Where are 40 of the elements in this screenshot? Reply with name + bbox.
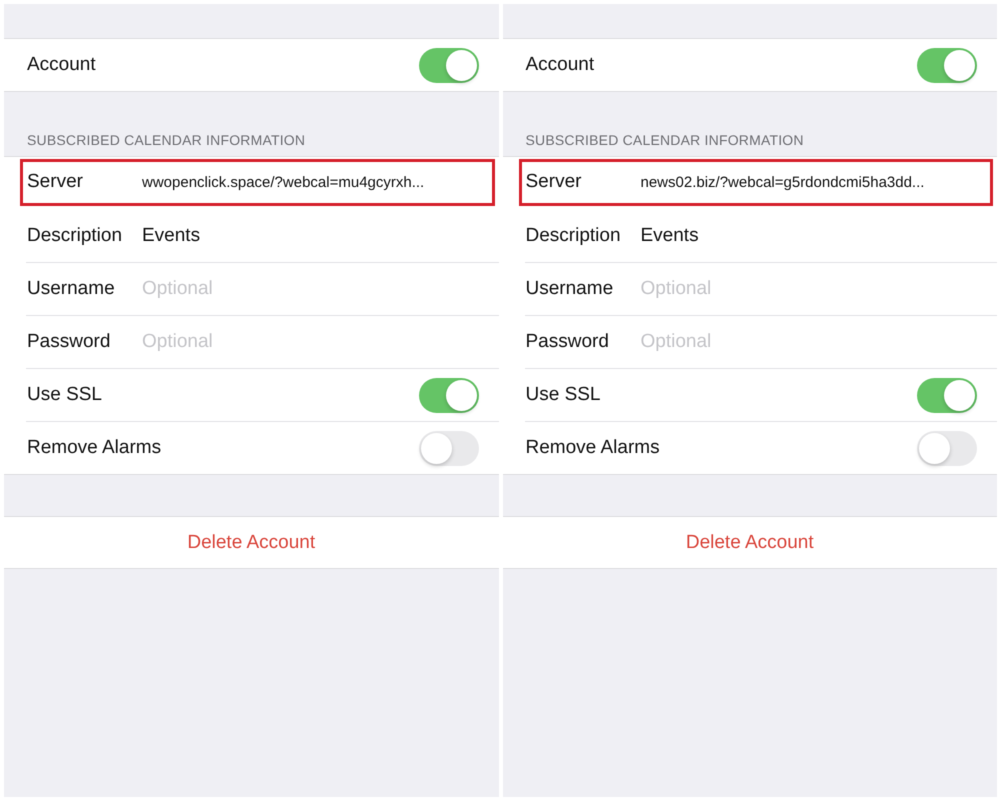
field-label: Username	[27, 278, 116, 300]
section-header: SUBSCRIBED CALENDAR INFORMATION	[26, 131, 306, 150]
account-label: Account	[526, 54, 596, 76]
field-placeholder: Optional	[142, 331, 213, 353]
field-value: news02.biz/?webcal=g5rdondcmi5ha3dd...	[640, 174, 924, 190]
field-row[interactable]: Username Optional	[524, 263, 997, 316]
field-label: Description	[27, 225, 124, 247]
delete-account-button[interactable]: Delete Account	[4, 516, 498, 569]
field-row[interactable]: Description Events	[524, 210, 997, 263]
field-label: Server	[27, 171, 84, 193]
field-placeholder: Optional	[640, 331, 712, 353]
toggle-switch[interactable]	[418, 48, 478, 82]
field-placeholder: Optional	[142, 278, 213, 300]
field-value: Events	[640, 225, 699, 247]
toggle-switch[interactable]	[418, 378, 478, 412]
field-label: Username	[526, 278, 614, 300]
toggle-label: Remove Alarms	[526, 437, 660, 459]
toggle-switch[interactable]	[917, 48, 977, 82]
field-value: Events	[142, 225, 200, 247]
field-row[interactable]: Description Events	[26, 210, 498, 263]
toggle-switch[interactable]	[917, 378, 977, 412]
section-header: SUBSCRIBED CALENDAR INFORMATION	[524, 131, 805, 150]
field-label: Password	[27, 331, 112, 353]
toggle-label: Remove Alarms	[27, 437, 162, 459]
field-value: wwopenclick.space/?webcal=mu4gcyrxh...	[142, 174, 424, 190]
account-label: Account	[27, 54, 97, 76]
highlighted-field-row[interactable]: Server news02.biz/?webcal=g5rdondcmi5ha3dd...	[518, 159, 993, 206]
delete-account-button[interactable]: Delete Account	[502, 516, 997, 569]
field-row[interactable]: Password Optional	[26, 316, 498, 369]
field-label: Server	[526, 171, 582, 193]
toggle-label: Use SSL	[27, 384, 103, 406]
field-label: Description	[526, 225, 622, 247]
highlighted-field-row[interactable]: Server wwopenclick.space/?webcal=mu4gcyrxh...	[20, 159, 494, 206]
toggle-label: Use SSL	[526, 384, 602, 406]
field-placeholder: Optional	[640, 278, 712, 300]
toggle-switch[interactable]	[917, 430, 977, 466]
field-row[interactable]: Password Optional	[524, 316, 997, 369]
field-row[interactable]: Username Optional	[26, 263, 498, 316]
field-label: Password	[526, 331, 610, 353]
toggle-switch[interactable]	[418, 430, 478, 466]
